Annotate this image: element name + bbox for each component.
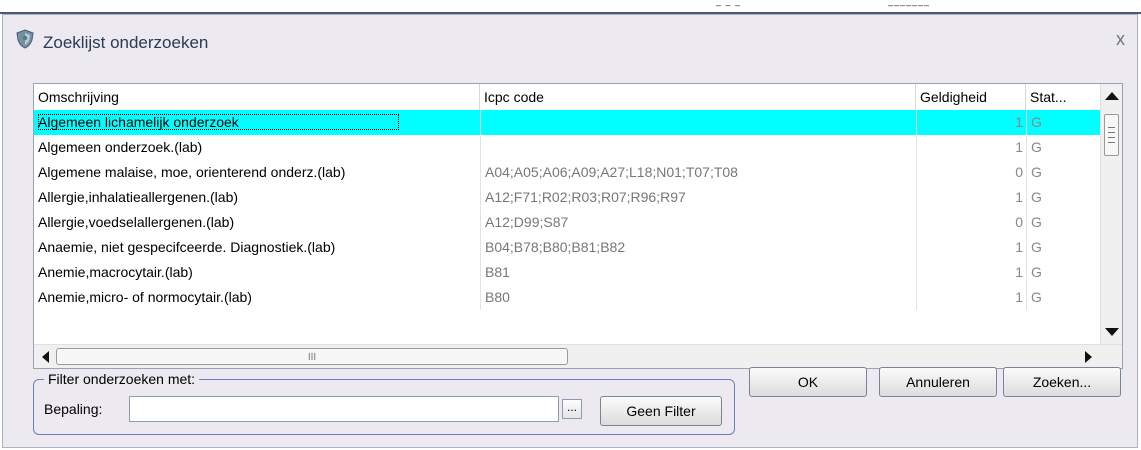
column-header-geldigheid[interactable]: Geldigheid <box>916 84 1026 110</box>
background-fragment: – – – <box>716 0 742 10</box>
cell-geldigheid: 0 <box>916 160 1026 185</box>
background-window-strip: – – – ––––––– <box>0 0 1141 14</box>
cell-status: G <box>1026 160 1100 185</box>
cell-status: G <box>1026 210 1100 235</box>
cell-icpc-code: A04;A05;A06;A09;A27;L18;N01;T07;T08 <box>480 160 916 185</box>
cell-omschrijving: Anemie,micro- of normocytair.(lab) <box>38 289 252 305</box>
cell-status: G <box>1026 235 1100 260</box>
title-bar[interactable]: Zoeklijst onderzoeken x <box>3 15 1137 67</box>
cell-icpc-code <box>480 110 916 135</box>
dialog-title: Zoeklijst onderzoeken <box>43 33 209 52</box>
scroll-grip: III <box>307 352 317 363</box>
cell-status: G <box>1026 110 1100 135</box>
examinations-grid[interactable]: Omschrijving Icpc code Geldigheid Stat..… <box>33 83 1123 369</box>
cell-geldigheid: 1 <box>916 260 1026 285</box>
horizontal-scroll-thumb[interactable]: III <box>56 348 568 365</box>
grid-rows: Algemeen lichamelijk onderzoek 1 G Algem… <box>34 110 1100 310</box>
vertical-scrollbar[interactable] <box>1100 84 1122 344</box>
browse-button[interactable]: ... <box>562 399 582 419</box>
cell-omschrijving: Allergie,inhalatieallergenen.(lab) <box>38 189 239 205</box>
table-row[interactable]: Anemie,micro- of normocytair.(lab) B80 1… <box>34 285 1100 310</box>
cell-icpc-code: B81 <box>480 260 916 285</box>
scroll-right-arrow-icon[interactable] <box>1085 351 1092 363</box>
cell-status: G <box>1026 285 1100 310</box>
table-row-selected[interactable]: Algemeen lichamelijk onderzoek 1 G <box>34 110 1100 135</box>
ok-button[interactable]: OK <box>749 367 867 397</box>
cell-geldigheid: 1 <box>916 185 1026 210</box>
cell-geldigheid: 1 <box>916 285 1026 310</box>
cell-icpc-code: B04;B78;B80;B81;B82 <box>480 235 916 260</box>
table-row[interactable]: Anaemie, niet gespecifceerde. Diagnostie… <box>34 235 1100 260</box>
table-row[interactable]: Algemene malaise, moe, orienterend onder… <box>34 160 1100 185</box>
cell-omschrijving: Anemie,macrocytair.(lab) <box>38 264 193 280</box>
grid-header: Omschrijving Icpc code Geldigheid Stat..… <box>34 84 1100 111</box>
cell-status: G <box>1026 260 1100 285</box>
column-header-omschrijving[interactable]: Omschrijving <box>34 84 480 110</box>
cell-geldigheid: 0 <box>916 210 1026 235</box>
table-row[interactable]: Allergie,voedselallergenen.(lab) A12;D99… <box>34 210 1100 235</box>
cell-omschrijving: Anaemie, niet gespecifceerde. Diagnostie… <box>38 239 336 255</box>
cell-status: G <box>1026 185 1100 210</box>
cell-icpc-code: A12;F71;R02;R03;R07;R96;R97 <box>480 185 916 210</box>
scroll-up-arrow-icon[interactable] <box>1105 92 1119 100</box>
bepaling-input[interactable] <box>129 396 559 422</box>
cell-omschrijving: Algemeen lichamelijk onderzoek <box>38 114 399 130</box>
cell-omschrijving: Algemene malaise, moe, orienterend onder… <box>38 164 346 180</box>
shield-icon <box>16 29 34 49</box>
close-button[interactable]: x <box>1116 29 1125 50</box>
horizontal-scrollbar[interactable]: III <box>34 344 1122 368</box>
cell-omschrijving: Algemeen onderzoek.(lab) <box>38 139 203 155</box>
search-list-dialog: Zoeklijst onderzoeken x Omschrijving Icp… <box>2 14 1138 448</box>
cell-status: G <box>1026 135 1100 160</box>
filter-group: Filter onderzoeken met: Bepaling: ... Ge… <box>33 371 735 435</box>
table-row[interactable]: Allergie,inhalatieallergenen.(lab) A12;F… <box>34 185 1100 210</box>
background-fragment: ––––––– <box>888 0 931 10</box>
vertical-scroll-thumb[interactable] <box>1104 114 1119 156</box>
column-header-status[interactable]: Stat... <box>1026 84 1100 110</box>
search-button[interactable]: Zoeken... <box>1003 367 1121 397</box>
clear-filter-button[interactable]: Geen Filter <box>600 396 722 426</box>
cell-icpc-code: A12;D99;S87 <box>480 210 916 235</box>
cell-geldigheid: 1 <box>916 135 1026 160</box>
cell-omschrijving: Allergie,voedselallergenen.(lab) <box>38 214 235 230</box>
cell-geldigheid: 1 <box>916 235 1026 260</box>
scroll-down-arrow-icon[interactable] <box>1105 328 1119 336</box>
column-header-icpc-code[interactable]: Icpc code <box>480 84 916 110</box>
scroll-left-arrow-icon[interactable] <box>42 351 49 363</box>
table-row[interactable]: Algemeen onderzoek.(lab) 1 G <box>34 135 1100 160</box>
filter-legend: Filter onderzoeken met: <box>44 371 200 387</box>
bepaling-label: Bepaling: <box>44 401 103 417</box>
cell-icpc-code: B80 <box>480 285 916 310</box>
cancel-button[interactable]: Annuleren <box>879 367 997 397</box>
cell-icpc-code <box>480 135 916 160</box>
table-row[interactable]: Anemie,macrocytair.(lab) B81 1 G <box>34 260 1100 285</box>
cell-geldigheid: 1 <box>916 110 1026 135</box>
